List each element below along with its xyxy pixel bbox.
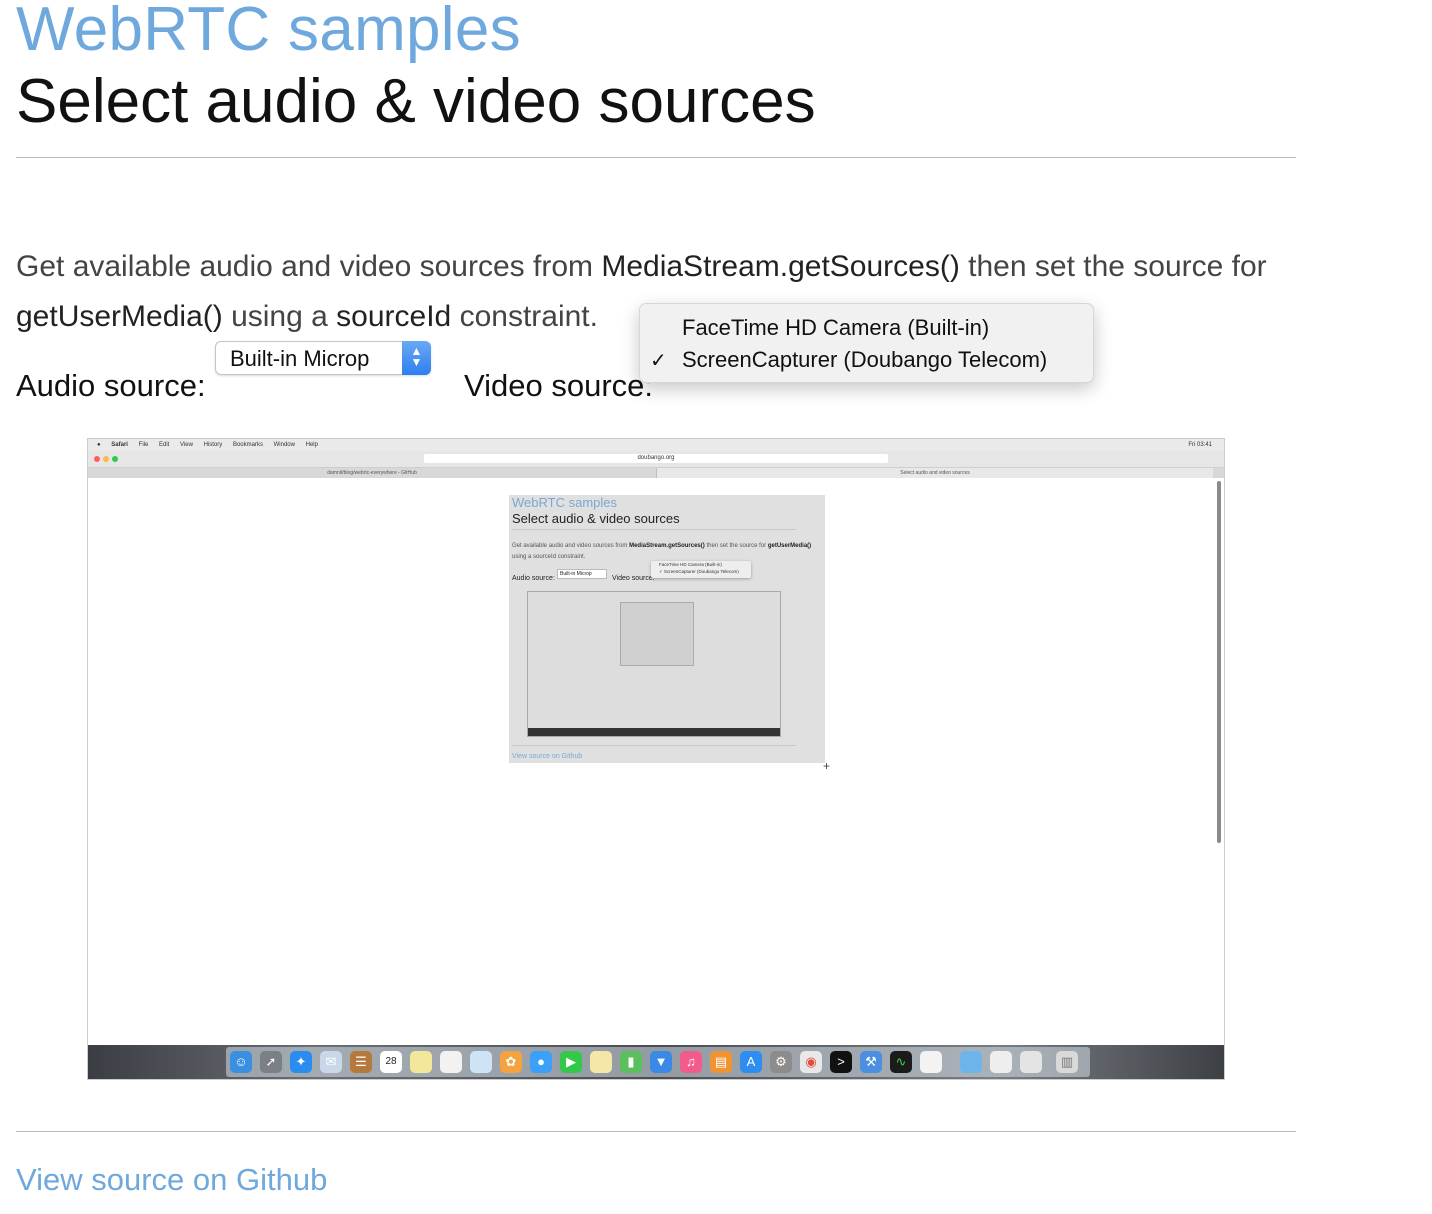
chrome-icon: ◉ [800, 1051, 822, 1073]
page-title: Select audio & video sources [16, 67, 816, 136]
terminal-icon: > [830, 1051, 852, 1073]
keynote-icon: ▼ [650, 1051, 672, 1073]
intro-code-sourceid: sourceId [336, 300, 452, 333]
maps-icon [470, 1051, 492, 1073]
downloads-folder-icon [960, 1051, 982, 1073]
menu-item: View [180, 442, 193, 448]
menu-item: History [203, 442, 223, 448]
browser-toolbar: doubango.org [88, 451, 1224, 468]
mail-icon: ✉ [320, 1051, 342, 1073]
menu-item: File [138, 442, 149, 448]
document-icon [1020, 1051, 1042, 1073]
menu-item: Window [273, 442, 295, 448]
nested-site-title: WebRTC samples [512, 495, 617, 510]
trash-icon: ▥ [1056, 1051, 1078, 1073]
photos-icon: ✿ [500, 1051, 522, 1073]
mac-dock: ☺ ➚ ✦ ✉ ☰ 28 ✿ ● ▶ ▮ ▼ ♫ ▤ A ⚙ ◉ > ⚒ ∿ ▥ [226, 1047, 1090, 1077]
video-source-label: Video source: [464, 368, 653, 403]
intro-text: Get available audio and video sources fr… [16, 250, 602, 283]
nested-option: FaceTime HD Camera (Built-in) [659, 562, 722, 567]
minimize-dot-icon [103, 456, 109, 462]
checkmark-icon: ✓ [650, 350, 667, 372]
menu-item: Bookmarks [232, 442, 263, 448]
intro-text: then set the source for [959, 250, 1267, 283]
nested-divider [512, 529, 796, 530]
facetime-icon: ▶ [560, 1051, 582, 1073]
browser-tabs: damnit/blog/webrtc-everywhere - GitHub S… [88, 468, 1224, 478]
intro-text: using a [222, 300, 337, 333]
menu-item: Help [305, 442, 318, 448]
header-divider [16, 157, 1296, 158]
reminders-icon [440, 1051, 462, 1073]
nested-option: ✓ ScreenCapturer (Doubango Telecom) [659, 569, 739, 574]
audio-source-label: Audio source: [16, 368, 206, 403]
messages-icon: ● [530, 1051, 552, 1073]
video-preview: ● Safari File Edit View History Bookmark… [87, 438, 1225, 1080]
url-bar: doubango.org [424, 454, 888, 463]
calendar-icon: 28 [380, 1051, 402, 1073]
nested-intro-text: then set the source for [704, 543, 768, 549]
video-option-screencapturer[interactable]: ScreenCapturer (Doubango Telecom) [682, 347, 1047, 373]
nested-intro-code: getUserMedia() [767, 543, 812, 549]
textedit-icon [920, 1051, 942, 1073]
menubar-clock: Fri 03:41 [1188, 442, 1212, 448]
nested-dock [528, 728, 780, 736]
nested-intro-text: using a sourceId constraint. [512, 554, 586, 560]
nested-video-label: Video source: [612, 575, 655, 582]
nested-audio-label: Audio source: [512, 575, 555, 582]
tab-github: damnit/blog/webrtc-everywhere - GitHub [88, 468, 657, 478]
apple-icon: ● [97, 442, 101, 448]
document-icon [990, 1051, 1012, 1073]
nested-intro: Get available audio and video sources fr… [512, 541, 812, 563]
itunes-icon: ♫ [680, 1051, 702, 1073]
select-arrows-icon: ▲ ▼ [402, 341, 431, 375]
intro-code-getsources: MediaStream.getSources() [601, 250, 960, 283]
close-dot-icon [94, 456, 100, 462]
contacts-icon: ☰ [350, 1051, 372, 1073]
intro-text: constraint. [451, 300, 598, 333]
intro-code-getusermedia: getUserMedia() [16, 300, 223, 333]
nested-divider [512, 745, 796, 746]
crosshair-cursor-icon: + [823, 759, 831, 773]
nested-page: WebRTC samples Select audio & video sour… [509, 495, 825, 763]
nested-intro-text: Get available audio and video sources fr… [512, 543, 630, 549]
preview-icon [590, 1051, 612, 1073]
activity-monitor-icon: ∿ [890, 1051, 912, 1073]
video-source-dropdown[interactable]: FaceTime HD Camera (Built-in) ✓ ScreenCa… [639, 303, 1094, 383]
footer-divider [16, 1131, 1296, 1132]
nested-video-dropdown: FaceTime HD Camera (Built-in) ✓ ScreenCa… [651, 561, 751, 578]
zoom-dot-icon [112, 456, 118, 462]
tab-select-sources: Select audio and video sources [657, 468, 1213, 478]
site-title: WebRTC samples [16, 0, 521, 64]
scrollbar [1217, 481, 1221, 843]
audio-source-select[interactable]: Built-in Microp ▲ ▼ [215, 341, 431, 375]
finder-icon: ☺ [230, 1051, 252, 1073]
nested-footer-link: View source on Github [512, 753, 583, 760]
menu-item: Safari [111, 442, 128, 448]
view-source-link[interactable]: View source on Github [16, 1162, 327, 1198]
safari-icon: ✦ [290, 1051, 312, 1073]
video-option-facetime[interactable]: FaceTime HD Camera (Built-in) [682, 315, 989, 341]
nested-audio-select: Built-in Microp [557, 569, 607, 579]
recursive-preview [620, 602, 694, 666]
nested-preview [527, 591, 781, 737]
numbers-icon: ▮ [620, 1051, 642, 1073]
nested-intro-code: MediaStream.getSources() [629, 543, 705, 549]
notes-icon [410, 1051, 432, 1073]
mac-menubar: ● Safari File Edit View History Bookmark… [88, 439, 1224, 451]
system-preferences-icon: ⚙ [770, 1051, 792, 1073]
ibooks-icon: ▤ [710, 1051, 732, 1073]
audio-source-value: Built-in Microp [230, 346, 370, 371]
app-store-icon: A [740, 1051, 762, 1073]
nested-page-title: Select audio & video sources [512, 511, 680, 526]
launchpad-icon: ➚ [260, 1051, 282, 1073]
menu-item: Edit [159, 442, 170, 448]
xcode-icon: ⚒ [860, 1051, 882, 1073]
